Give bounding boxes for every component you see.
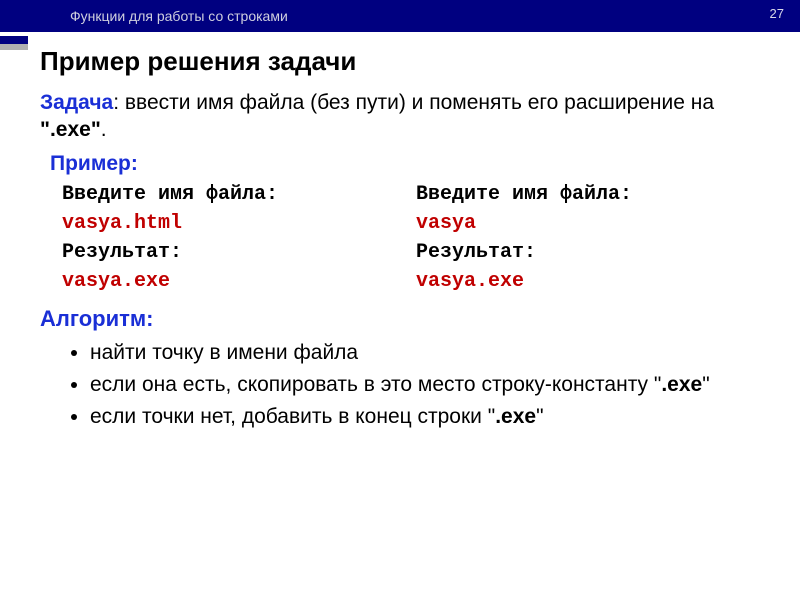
corner-stripe <box>0 36 28 44</box>
example-columns: Введите имя файла: vasya.html Результат:… <box>62 180 770 296</box>
algorithm-label: Алгоритм: <box>40 306 770 332</box>
slide-header: Функции для работы со строками 27 <box>0 0 800 32</box>
example-col-left: Введите имя файла: vasya.html Результат:… <box>62 180 416 296</box>
task-description: Задача: ввести имя файла (без пути) и по… <box>40 89 770 144</box>
list-item: найти точку в имени файла <box>90 338 770 368</box>
input-left: vasya.html <box>62 209 416 238</box>
page-title: Пример решения задачи <box>40 46 770 77</box>
algorithm-list: найти точку в имени файла если она есть,… <box>90 338 770 433</box>
result-right: vasya.exe <box>416 267 770 296</box>
slide-content: Пример решения задачи Задача: ввести имя… <box>0 32 800 433</box>
task-text-after: . <box>101 118 107 141</box>
prompt-left: Введите имя файла: <box>62 180 416 209</box>
result-left: vasya.exe <box>62 267 416 296</box>
list-item: если она есть, скопировать в это место с… <box>90 370 770 400</box>
algo-item-suffix: " <box>536 405 543 428</box>
task-ext: ".exe" <box>40 118 101 141</box>
task-label: Задача <box>40 91 113 114</box>
result-label-left: Результат: <box>62 238 416 267</box>
algo-item-prefix: найти точку в имени файла <box>90 341 358 364</box>
breadcrumb: Функции для работы со строками <box>70 8 288 24</box>
algo-item-prefix: если точки нет, добавить в конец строки … <box>90 405 495 428</box>
slide: Функции для работы со строками 27 Пример… <box>0 0 800 600</box>
input-right: vasya <box>416 209 770 238</box>
algo-item-bold: .exe <box>661 373 702 396</box>
example-label: Пример: <box>50 152 770 176</box>
slide-number: 27 <box>770 6 784 21</box>
list-item: если точки нет, добавить в конец строки … <box>90 402 770 432</box>
algo-item-bold: .exe <box>495 405 536 428</box>
task-text-before: : ввести имя файла (без пути) и поменять… <box>113 91 714 114</box>
algo-item-prefix: если она есть, скопировать в это место с… <box>90 373 661 396</box>
algo-item-suffix: " <box>702 373 709 396</box>
corner-stripe <box>0 44 28 50</box>
prompt-right: Введите имя файла: <box>416 180 770 209</box>
result-label-right: Результат: <box>416 238 770 267</box>
example-col-right: Введите имя файла: vasya Результат: vasy… <box>416 180 770 296</box>
